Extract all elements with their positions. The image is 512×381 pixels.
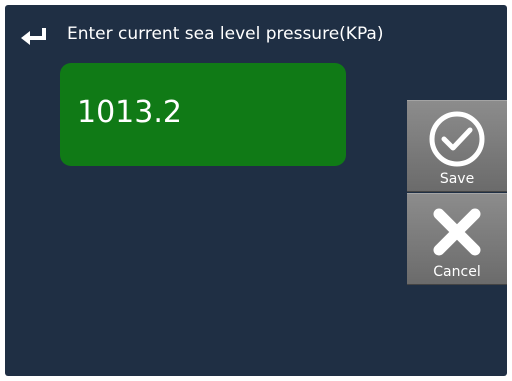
cancel-button[interactable]: Cancel bbox=[407, 193, 507, 285]
back-button[interactable] bbox=[17, 25, 51, 51]
page-title: Enter current sea level pressure(KPa) bbox=[67, 24, 384, 44]
return-arrow-icon bbox=[21, 28, 46, 45]
save-button[interactable]: Save bbox=[407, 100, 507, 192]
header: Enter current sea level pressure(KPa) bbox=[5, 5, 507, 61]
pressure-entry-screen: Enter current sea level pressure(KPa) 10… bbox=[5, 5, 507, 376]
checkmark-circle-icon bbox=[429, 111, 485, 167]
x-icon bbox=[433, 208, 481, 256]
cancel-label: Cancel bbox=[433, 264, 481, 280]
save-label: Save bbox=[439, 171, 475, 187]
pressure-input-field[interactable]: 1013.2 bbox=[60, 63, 346, 166]
pressure-value: 1013.2 bbox=[77, 95, 182, 130]
